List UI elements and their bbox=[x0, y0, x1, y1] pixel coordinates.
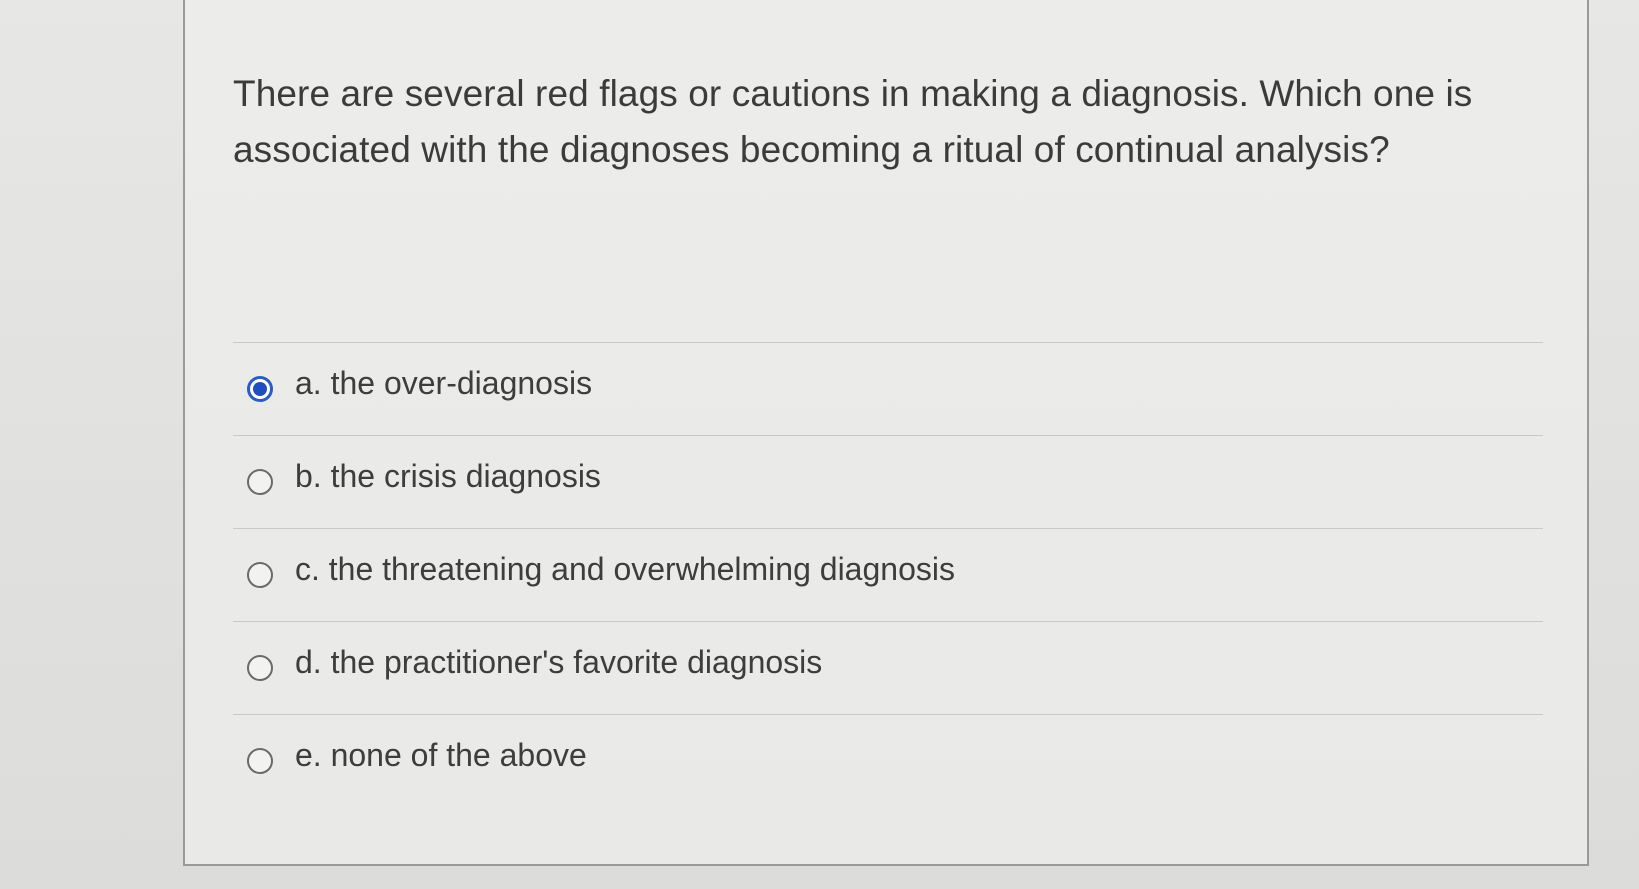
option-b[interactable]: b. the crisis diagnosis bbox=[233, 436, 1543, 528]
option-a-label: a. the over-diagnosis bbox=[295, 365, 593, 401]
option-a[interactable]: a. the over-diagnosis bbox=[233, 343, 1543, 435]
option-d-label: d. the practitioner's favorite diagnosis bbox=[295, 644, 823, 680]
option-c-label: c. the threatening and overwhelming diag… bbox=[295, 551, 955, 587]
option-d[interactable]: d. the practitioner's favorite diagnosis bbox=[233, 622, 1543, 714]
option-b-label: b. the crisis diagnosis bbox=[295, 458, 601, 494]
option-c[interactable]: c. the threatening and overwhelming diag… bbox=[233, 529, 1543, 621]
option-e[interactable]: e. none of the above bbox=[233, 715, 1543, 807]
option-e-label: e. none of the above bbox=[295, 737, 587, 773]
radio-empty-icon[interactable] bbox=[247, 748, 273, 774]
answer-options: a. the over-diagnosis b. the crisis diag… bbox=[233, 342, 1543, 807]
radio-selected-icon[interactable] bbox=[247, 376, 273, 402]
radio-empty-icon[interactable] bbox=[247, 562, 273, 588]
radio-empty-icon[interactable] bbox=[247, 469, 273, 495]
radio-empty-icon[interactable] bbox=[247, 655, 273, 681]
question-text: There are several red flags or cautions … bbox=[233, 73, 1473, 170]
question-card: There are several red flags or cautions … bbox=[183, 0, 1589, 866]
